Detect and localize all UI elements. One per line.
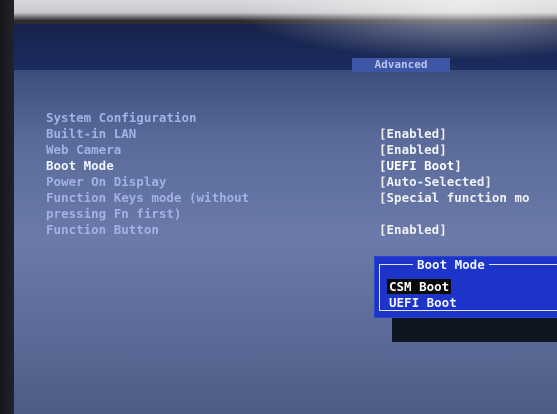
setting-value-built-in-lan[interactable]: [Enabled] [379,126,447,141]
setting-value-function-keys-mode[interactable]: [Special function mo [379,190,530,205]
bios-header: Advanced [14,24,557,72]
setting-value-web-camera[interactable]: [Enabled] [379,142,447,157]
setting-label-built-in-lan[interactable]: Built-in LAN [46,126,136,141]
boot-mode-popup: Boot Mode CSM Boot UEFI Boot [374,256,557,318]
popup-option-csm-boot[interactable]: CSM Boot [387,279,452,294]
setting-value-power-on-display[interactable]: [Auto-Selected] [379,174,492,189]
setting-label-boot-mode[interactable]: Boot Mode [46,158,114,173]
setting-label-web-camera[interactable]: Web Camera [46,142,121,157]
bios-screen: Advanced System Configuration Built-in L… [14,24,557,414]
popup-title: Boot Mode [413,257,489,272]
tab-advanced[interactable]: Advanced [352,58,450,72]
setting-label-function-keys-mode-cont: pressing Fn first) [46,206,182,221]
setting-label-function-keys-mode[interactable]: Function Keys mode (without [46,190,249,205]
setting-label-power-on-display[interactable]: Power On Display [46,174,166,189]
photo-frame: Advanced System Configuration Built-in L… [0,0,557,414]
monitor-bezel [0,0,14,414]
setting-label-function-button[interactable]: Function Button [46,222,159,237]
popup-shadow [392,316,557,342]
setting-value-function-button[interactable]: [Enabled] [379,222,447,237]
section-heading-system-configuration: System Configuration [46,110,197,125]
popup-option-uefi-boot[interactable]: UEFI Boot [387,295,459,310]
setting-value-boot-mode[interactable]: [UEFI Boot] [379,158,462,173]
